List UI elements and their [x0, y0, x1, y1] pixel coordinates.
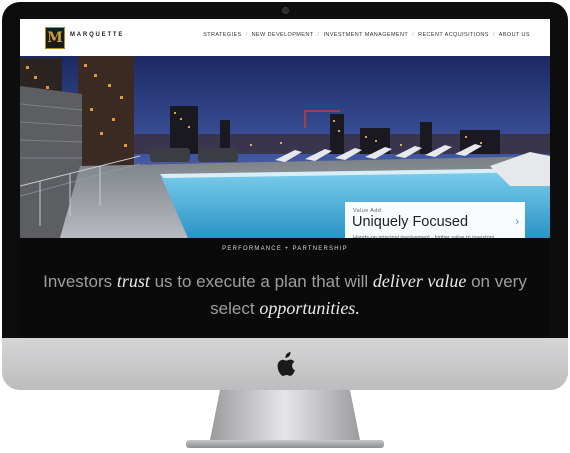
monitor-chin [2, 338, 568, 390]
nav-strategies[interactable]: STRATEGIES [203, 32, 241, 38]
nav-separator: / [492, 32, 495, 38]
brand-logo-mark[interactable]: M [45, 27, 65, 49]
chevron-right-icon[interactable]: › [515, 216, 519, 228]
tagline-emphasis: deliver value [372, 271, 467, 291]
brand-name[interactable]: MARQUETTE [70, 32, 124, 38]
nav-recent-acquisitions[interactable]: RECENT ACQUISITIONS [418, 32, 489, 38]
nav-separator: / [317, 32, 320, 38]
hero-image: Value Add Uniquely Focused Hands-on prin… [20, 56, 550, 248]
site-header: M MARQUETTE STRATEGIES / NEW DEVELOPMENT… [20, 19, 550, 56]
tagline-kicker: PERFORMANCE + PARTNERSHIP [222, 246, 348, 252]
nav-separator: / [245, 32, 248, 38]
tagline-text: Investors trust us to execute a plan tha… [20, 268, 550, 322]
tagline-part: Investors [43, 272, 117, 291]
website-screen: M MARQUETTE STRATEGIES / NEW DEVELOPMENT… [20, 19, 550, 337]
tagline-emphasis: trust [116, 271, 150, 291]
monitor-stand [210, 390, 360, 440]
tagline-part: us to execute a plan that will [149, 272, 373, 291]
camera-icon [282, 7, 289, 14]
tagline-section: PERFORMANCE + PARTNERSHIP Investors trus… [20, 238, 550, 337]
main-nav: STRATEGIES / NEW DEVELOPMENT / INVESTMEN… [203, 32, 530, 38]
nav-new-development[interactable]: NEW DEVELOPMENT [252, 32, 314, 38]
callout-title: Uniquely Focused [352, 214, 469, 230]
nav-investment-management[interactable]: INVESTMENT MANAGEMENT [323, 32, 408, 38]
tagline-emphasis: opportunities. [259, 298, 360, 318]
nav-separator: / [412, 32, 415, 38]
nav-about-us[interactable]: ABOUT US [499, 32, 530, 38]
monitor-stand-base [186, 440, 384, 448]
apple-logo-icon [277, 352, 295, 376]
